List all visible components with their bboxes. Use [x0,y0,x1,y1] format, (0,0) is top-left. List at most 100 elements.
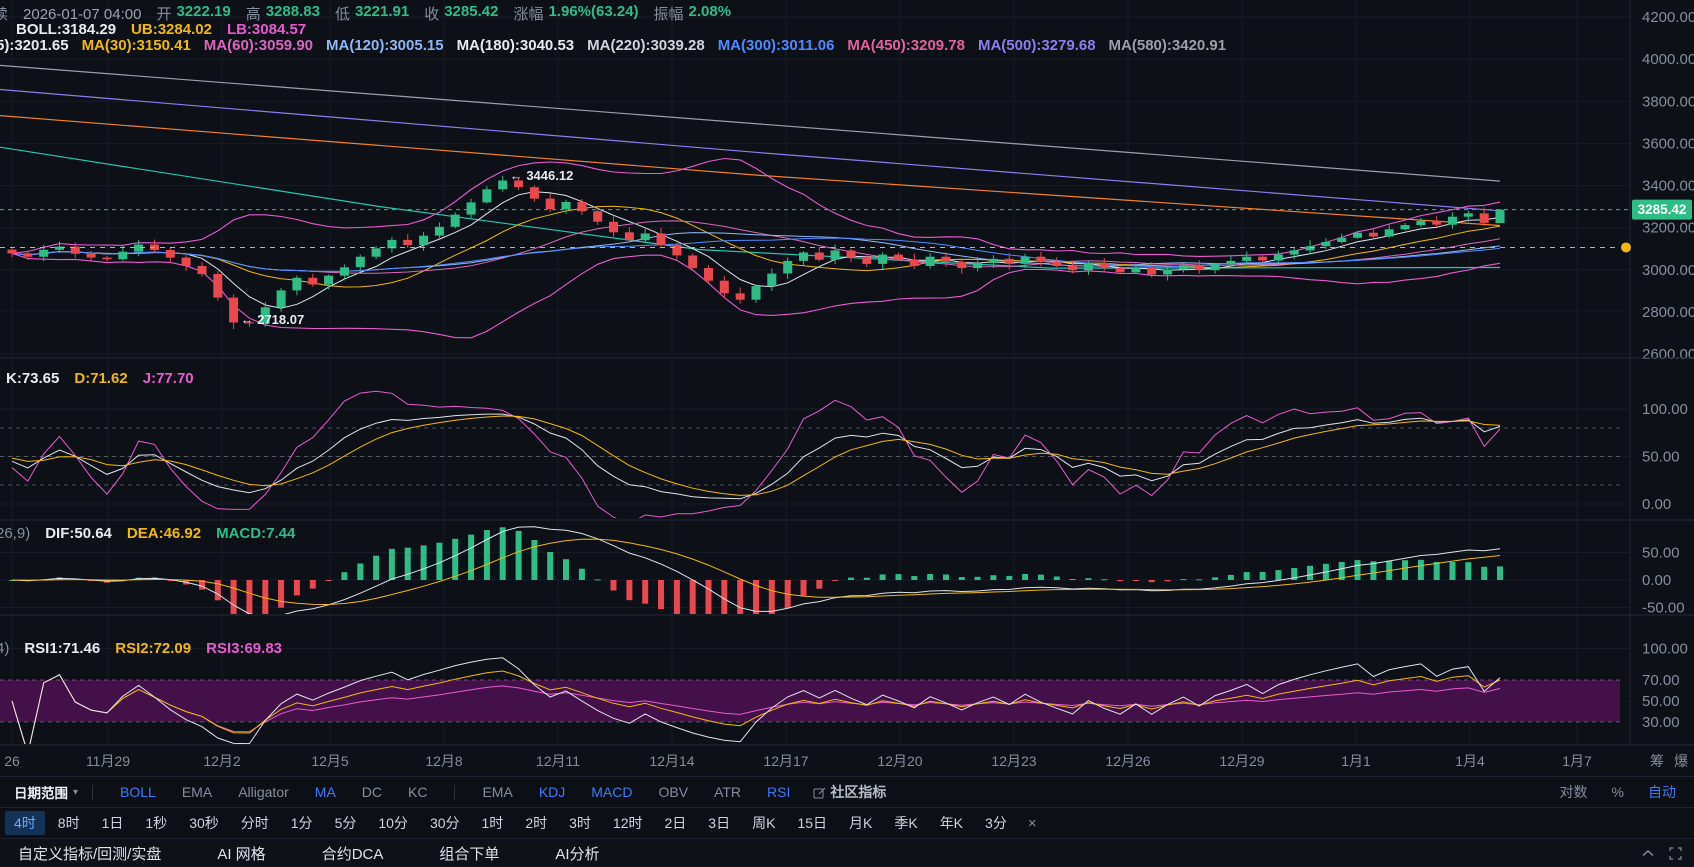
last-price-value: 3285.42 [1638,202,1687,217]
date-range-button[interactable]: 日期范围 ▾ [14,782,78,802]
timeframe-button[interactable]: 3分 [976,811,1016,835]
side-tool-button[interactable]: 爆 [1674,753,1688,769]
timeframe-button[interactable]: 3日 [699,811,739,835]
indicator-button-ema[interactable]: EMA [469,784,525,800]
timeframe-button[interactable]: 30分 [421,811,469,835]
timeframe-button[interactable]: 4时 [5,811,45,835]
overlay-indicator-group: BOLLEMAAlligatorMADCKC [107,784,440,800]
indicator-button-boll[interactable]: BOLL [107,784,169,800]
timeframe-button[interactable]: 3时 [560,811,600,835]
timeframe-button[interactable]: 月K [840,811,881,835]
bottom-tool-button[interactable]: 合约DCA [294,843,412,864]
indicator-button-ema[interactable]: EMA [169,784,225,800]
indicator-button-kc[interactable]: KC [395,784,440,800]
indicator-button-obv[interactable]: OBV [646,784,702,800]
edit-indicator-icon[interactable] [813,786,826,799]
indicator-button-dc[interactable]: DC [349,784,395,800]
timeframe-button[interactable]: 年K [931,811,972,835]
price-axis-label: 3000.00 [1642,262,1694,279]
date-tick: 12月8 [425,753,463,769]
date-tick: 12月5 [311,753,349,769]
timeframe-button[interactable]: 15日 [788,811,836,835]
scale-options: 对数% 自动 [1552,782,1694,802]
timeframe-button[interactable]: 10分 [369,811,417,835]
divider [92,785,93,800]
side-tool-button[interactable]: 筹 [1650,753,1664,769]
overlay-line-MA450 [0,116,1500,226]
bottom-tool-button[interactable]: AI 网格 [189,843,293,864]
svg-text:100.00: 100.00 [1642,641,1688,658]
trading-terminal: 2611月2912月212月512月812月1112月1412月1712月201… [0,0,1694,867]
svg-text:30.00: 30.00 [1642,714,1680,731]
rsi-band [0,680,1620,722]
indicator-button-atr[interactable]: ATR [701,784,754,800]
date-tick: 12月23 [991,753,1036,769]
timeframe-button[interactable]: 分时 [232,811,278,835]
chevron-down-icon: ▾ [73,787,78,798]
indicator-button-kdj[interactable]: KDJ [526,784,578,800]
timeframe-toolbar: 4时8时1日1秒30秒分时1分5分10分30分1时2时3时12时2日3日周K15… [0,807,1694,838]
date-tick: 12月2 [203,753,241,769]
chart-canvas[interactable]: 2611月2912月212月512月812月1112月1412月1712月201… [0,0,1694,776]
date-range-label: 日期范围 [14,782,68,802]
timeframe-button[interactable]: 1日 [93,811,133,835]
date-tick: 1月7 [1562,753,1592,769]
indicator-button-rsi[interactable]: RSI [754,784,803,800]
svg-text:0.00: 0.00 [1642,572,1671,589]
bottom-tool-button[interactable]: AI分析 [527,843,627,864]
fullscreen-icon[interactable] [1669,847,1682,860]
scale-button[interactable]: % [1604,784,1632,800]
svg-text:50.00: 50.00 [1642,449,1680,466]
price-axis-label: 2800.00 [1642,304,1694,321]
close-icon[interactable]: × [1018,815,1047,832]
price-axis-label: 3200.00 [1642,220,1694,237]
indicator-toolbar: 日期范围 ▾ BOLLEMAAlligatorMADCKC EMAKDJMACD… [0,776,1694,807]
price-annotation: ← 2718.07 [241,312,305,327]
sub-indicator-group: EMAKDJMACDOBVATRRSI [469,784,803,800]
price-axis-label: 3400.00 [1642,178,1694,195]
timeframe-button[interactable]: 12时 [604,811,652,835]
chart-region: 2611月2912月212月512月812月1112月1412月1712月201… [0,0,1694,776]
svg-text:0.00: 0.00 [1642,496,1671,513]
indicator-button-alligator[interactable]: Alligator [225,784,302,800]
svg-text:50.00: 50.00 [1642,693,1680,710]
bottom-tools: 自定义指标/回测/实盘AI 网格合约DCA组合下单AI分析 [0,843,628,864]
timeframe-button[interactable]: 2时 [516,811,556,835]
date-tick: 12月20 [877,753,922,769]
scale-button[interactable]: 自动 [1640,782,1684,802]
date-tick: 12月26 [1105,753,1150,769]
timeframe-button[interactable]: 30秒 [180,811,228,835]
bottom-tool-button[interactable]: 自定义指标/回测/实盘 [0,843,189,864]
price-level-marker[interactable] [1621,242,1631,252]
date-tick: 12月14 [649,753,694,769]
divider [454,785,455,800]
chevron-up-icon[interactable] [1641,849,1655,857]
price-axis-label: 3800.00 [1642,93,1694,110]
svg-text:50.00: 50.00 [1642,545,1680,562]
timeframe-button[interactable]: 5分 [326,811,366,835]
date-tick: 1月1 [1341,753,1371,769]
scale-button[interactable]: 对数 [1552,782,1596,802]
timeframe-button[interactable]: 1分 [282,811,322,835]
timeframe-button[interactable]: 1时 [473,811,513,835]
timeframe-button[interactable]: 2日 [655,811,695,835]
community-indicators-button[interactable]: 社区指标 [830,782,886,802]
price-axis-label: 3600.00 [1642,135,1694,152]
timeframe-list: 4时8时1日1秒30秒分时1分5分10分30分1时2时3时12时2日3日周K15… [3,811,1018,835]
price-axis-label: 2600.00 [1642,346,1694,363]
date-tick: 12月11 [536,753,580,769]
svg-text:-50.00: -50.00 [1642,600,1685,617]
timeframe-button[interactable]: 周K [743,811,784,835]
price-axis-label: 4200.00 [1642,9,1694,26]
overlay-line-MA500 [0,90,1500,211]
overlay-line-MA580 [0,65,1500,181]
indicator-button-macd[interactable]: MACD [578,784,645,800]
bottom-tool-button[interactable]: 组合下单 [411,843,527,864]
indicator-button-ma[interactable]: MA [302,784,349,800]
timeframe-button[interactable]: 季K [885,811,926,835]
timeframe-button[interactable]: 1秒 [136,811,176,835]
macd-histogram [9,527,1503,637]
timeframe-button[interactable]: 8时 [49,811,89,835]
date-tick: 26 [4,753,20,769]
price-annotation: ← 3446.12 [510,168,574,183]
